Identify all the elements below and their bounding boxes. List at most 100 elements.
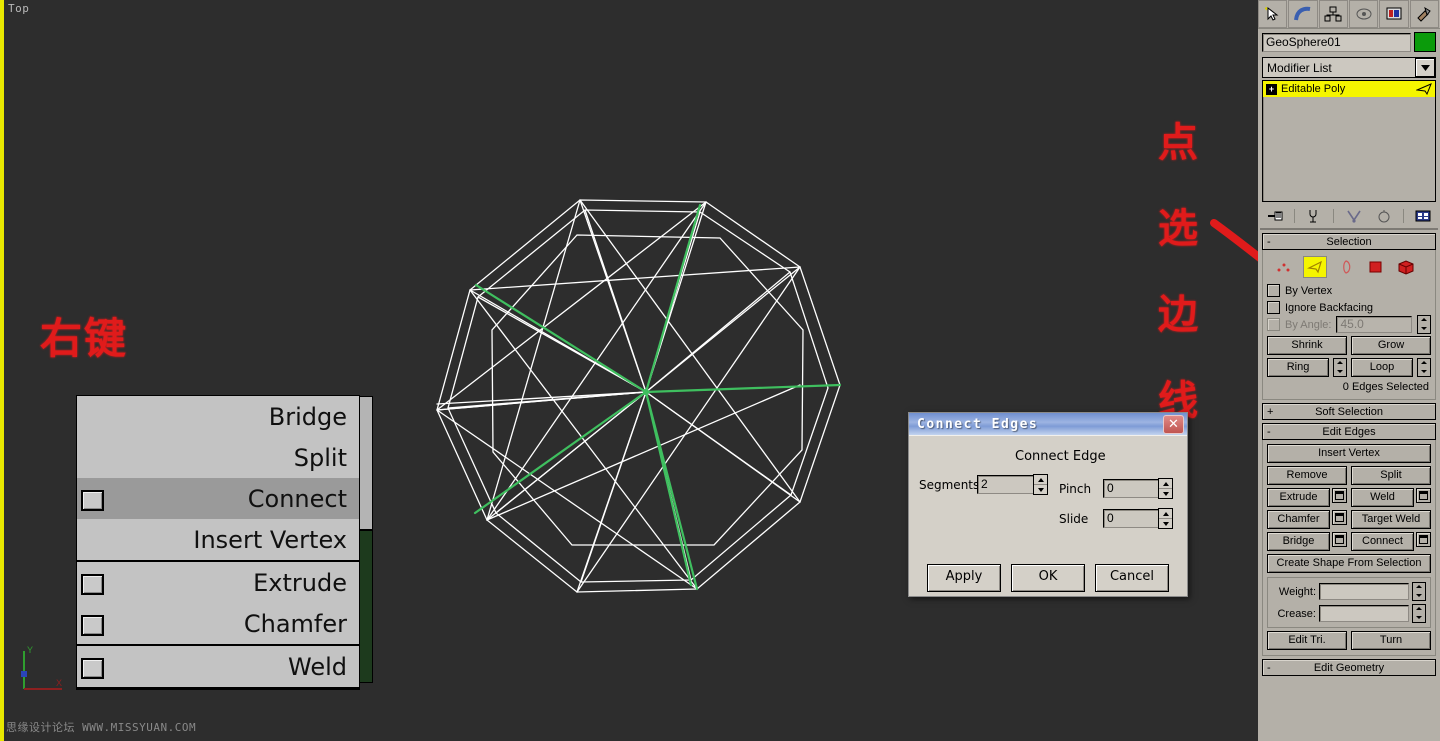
remove-modifier-icon[interactable] — [1373, 206, 1395, 226]
rollout-edit-edges-header[interactable]: - Edit Edges — [1262, 423, 1436, 440]
loop-button[interactable]: Loop — [1351, 358, 1413, 377]
slide-spinner[interactable] — [1158, 508, 1173, 529]
modifier-stack[interactable]: + Editable Poly — [1262, 80, 1436, 202]
rollout-selection-header[interactable]: - Selection — [1262, 233, 1436, 250]
rollout-soft-selection-header[interactable]: + Soft Selection — [1262, 403, 1436, 420]
pin-stack-icon[interactable] — [1264, 206, 1286, 226]
spinner-up-icon[interactable] — [1159, 509, 1172, 519]
configure-modifier-sets-icon[interactable] — [1412, 206, 1434, 226]
extrude-settings-box-icon[interactable] — [81, 574, 104, 595]
checkbox-by-vertex[interactable]: By Vertex — [1267, 282, 1431, 299]
by-angle-spinner[interactable] — [1417, 315, 1431, 334]
spinner-down-icon[interactable] — [1034, 485, 1047, 494]
context-menu[interactable]: Bridge Split Connect Insert Vertex Extru… — [76, 395, 360, 690]
collapse-icon[interactable]: - — [1267, 662, 1271, 674]
chamfer-settings-icon[interactable] — [1332, 510, 1347, 525]
crease-spinner[interactable] — [1412, 604, 1426, 623]
spinner-up-icon[interactable] — [1034, 475, 1047, 485]
split-button[interactable]: Split — [1351, 466, 1431, 485]
collapse-icon[interactable]: - — [1267, 236, 1271, 248]
target-weld-button[interactable]: Target Weld — [1351, 510, 1431, 529]
subobject-polygon-icon[interactable] — [1365, 257, 1387, 277]
checkbox-by-angle[interactable]: By Angle: 45.0 — [1267, 316, 1431, 333]
chevron-down-icon[interactable] — [1415, 58, 1435, 77]
connect-settings-box-icon[interactable] — [81, 490, 104, 511]
object-color-swatch[interactable] — [1414, 32, 1436, 52]
motion-icon[interactable] — [1349, 0, 1378, 28]
utilities-icon[interactable] — [1410, 0, 1439, 28]
checkbox-ignore-backfacing[interactable]: Ignore Backfacing — [1267, 299, 1431, 316]
connect-settings-icon[interactable] — [1416, 532, 1431, 547]
weld-settings-box-icon[interactable] — [81, 658, 104, 679]
context-menu-scrollbar[interactable] — [359, 396, 373, 683]
command-panel[interactable]: GeoSphere01 Modifier List + Editable Pol… — [1258, 0, 1440, 741]
checkbox-icon[interactable] — [1267, 284, 1280, 297]
bridge-settings-icon[interactable] — [1332, 532, 1347, 547]
rollout-edit-geometry-header[interactable]: - Edit Geometry — [1262, 659, 1436, 676]
scrollbar-thumb[interactable] — [360, 397, 372, 531]
stack-toolbar[interactable] — [1260, 204, 1438, 230]
subobject-level-buttons[interactable] — [1267, 254, 1431, 282]
close-icon[interactable]: ✕ — [1163, 415, 1184, 434]
pinch-input[interactable]: 0 — [1103, 479, 1160, 498]
ring-button[interactable]: Ring — [1267, 358, 1329, 377]
spinner-up-icon[interactable] — [1159, 479, 1172, 489]
crease-input[interactable] — [1319, 605, 1409, 622]
display-icon[interactable] — [1379, 0, 1408, 28]
chamfer-settings-box-icon[interactable] — [81, 615, 104, 636]
expand-icon[interactable]: + — [1266, 84, 1277, 95]
apply-button[interactable]: Apply — [927, 564, 1001, 592]
spinner-down-icon[interactable] — [1159, 489, 1172, 498]
collapse-icon[interactable]: - — [1267, 426, 1271, 438]
object-name-field[interactable]: GeoSphere01 — [1262, 33, 1411, 52]
show-end-result-icon[interactable] — [1303, 206, 1325, 226]
rollout-edit-geometry[interactable]: - Edit Geometry — [1262, 659, 1436, 676]
object-name-row[interactable]: GeoSphere01 — [1258, 29, 1440, 54]
subobject-element-icon[interactable] — [1395, 257, 1417, 277]
remove-button[interactable]: Remove — [1267, 466, 1347, 485]
menu-item-extrude[interactable]: Extrude — [77, 562, 359, 603]
insert-vertex-button[interactable]: Insert Vertex — [1267, 444, 1431, 463]
spinner-down-icon[interactable] — [1159, 519, 1172, 528]
slide-input[interactable]: 0 — [1103, 509, 1160, 528]
menu-item-insert-vertex[interactable]: Insert Vertex — [77, 519, 359, 560]
expand-icon[interactable]: + — [1267, 406, 1273, 418]
extrude-button[interactable]: Extrude — [1267, 488, 1330, 507]
make-unique-icon[interactable] — [1343, 206, 1365, 226]
subobject-vertex-icon[interactable] — [1273, 257, 1295, 277]
stack-item-editable-poly[interactable]: + Editable Poly — [1263, 81, 1435, 97]
segments-input[interactable]: 2 — [977, 475, 1035, 494]
checkbox-icon[interactable] — [1267, 318, 1280, 331]
ok-button[interactable]: OK — [1011, 564, 1085, 592]
weld-button[interactable]: Weld — [1351, 488, 1414, 507]
chamfer-button[interactable]: Chamfer — [1267, 510, 1330, 529]
shrink-button[interactable]: Shrink — [1267, 336, 1347, 355]
command-panel-tabs[interactable] — [1258, 0, 1440, 29]
weight-input[interactable] — [1319, 583, 1409, 600]
grow-button[interactable]: Grow — [1351, 336, 1431, 355]
checkbox-icon[interactable] — [1267, 301, 1280, 314]
create-shape-from-selection-button[interactable]: Create Shape From Selection — [1267, 554, 1431, 573]
segments-spinner[interactable] — [1033, 474, 1048, 495]
rollout-soft-selection[interactable]: + Soft Selection — [1262, 403, 1436, 420]
weight-spinner[interactable] — [1412, 582, 1426, 601]
by-angle-input[interactable]: 45.0 — [1336, 316, 1412, 333]
menu-item-connect[interactable]: Connect — [77, 478, 359, 519]
loop-spinner[interactable] — [1417, 358, 1431, 377]
menu-item-split[interactable]: Split — [77, 437, 359, 478]
pinch-spinner[interactable] — [1158, 478, 1173, 499]
ring-spinner[interactable] — [1333, 358, 1347, 377]
dialog-title-bar[interactable]: Connect Edges ✕ — [909, 413, 1187, 435]
connect-button[interactable]: Connect — [1351, 532, 1414, 551]
edit-tri-button[interactable]: Edit Tri. — [1267, 631, 1347, 650]
menu-item-weld[interactable]: Weld — [77, 646, 359, 687]
bridge-button[interactable]: Bridge — [1267, 532, 1330, 551]
subobject-border-icon[interactable] — [1335, 257, 1357, 277]
modifier-list-dropdown[interactable]: Modifier List — [1262, 57, 1436, 78]
cancel-button[interactable]: Cancel — [1095, 564, 1169, 592]
select-object-icon[interactable] — [1258, 0, 1287, 28]
connect-edges-dialog[interactable]: Connect Edges ✕ Connect Edge Segments: 2… — [908, 412, 1188, 597]
rollout-selection[interactable]: - Selection — [1262, 233, 1436, 400]
menu-item-chamfer[interactable]: Chamfer — [77, 603, 359, 644]
menu-item-bridge[interactable]: Bridge — [77, 396, 359, 437]
